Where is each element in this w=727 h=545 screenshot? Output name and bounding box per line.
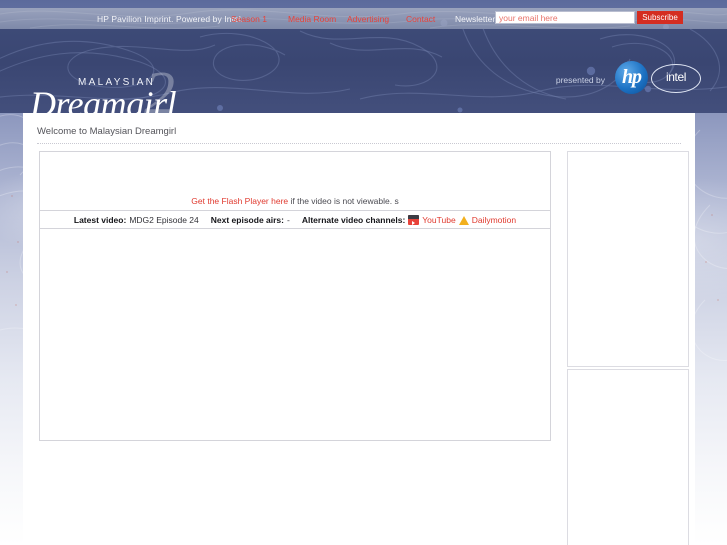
contact-link[interactable]: Contact (406, 14, 435, 24)
welcome-message: Welcome to Malaysian Dreamgirl (37, 126, 177, 137)
video-player-column: Get the Flash Player here if the video i… (39, 151, 551, 441)
video-player-stage[interactable]: Get the Flash Player here if the video i… (40, 152, 550, 211)
content-divider (37, 143, 681, 145)
dailymotion-channel-link[interactable]: Dailymotion (458, 215, 517, 225)
sidebar-widget-top (567, 151, 689, 367)
youtube-icon (408, 215, 420, 225)
intel-logo: intel (651, 64, 701, 93)
top-utility-bar: HP Pavilion Imprint. Powered by Intel. S… (0, 8, 727, 29)
season-1-link[interactable]: Season 1 (231, 14, 267, 24)
subscribe-button[interactable]: Subscribe (637, 11, 683, 24)
presented-by-label: presented by (555, 75, 605, 85)
next-episode-value: - (287, 215, 290, 225)
newsletter-label: Newsletter (455, 13, 496, 24)
next-episode-group: Next episode airs: - (211, 215, 290, 225)
site-logo[interactable]: 2 MALAYSIAN Dreamgirl (16, 63, 206, 113)
latest-video-value: MDG2 Episode 24 (129, 215, 199, 225)
alternate-channels-group: Alternate video channels: YouTube Dailym… (302, 215, 516, 225)
flash-notice-rest: if the video is not viewable. s (288, 196, 399, 206)
page-background: HP Pavilion Imprint. Powered by Intel. S… (0, 0, 727, 545)
topbar-content: HP Pavilion Imprint. Powered by Intel. S… (0, 8, 727, 29)
flash-player-link[interactable]: Get the Flash Player here (191, 196, 288, 206)
video-metadata-bar: Latest video: MDG2 Episode 24 Next episo… (40, 212, 550, 229)
media-room-link[interactable]: Media Room (288, 14, 336, 24)
site-header: 2 MALAYSIAN Dreamgirl presented by hp in… (0, 29, 727, 113)
sidebar-widget-bottom (567, 369, 689, 545)
hp-pavilion-credit: HP Pavilion Imprint. Powered by Intel. (97, 13, 244, 24)
dailymotion-label: Dailymotion (471, 215, 517, 225)
alternate-channels-label: Alternate video channels: (301, 215, 406, 225)
youtube-label: YouTube (422, 215, 456, 225)
flash-player-notice: Get the Flash Player here if the video i… (40, 196, 550, 206)
latest-video-group: Latest video: MDG2 Episode 24 (74, 215, 199, 225)
dailymotion-icon (458, 215, 469, 225)
logo-wordmark: Dreamgirl (30, 84, 177, 113)
newsletter-email-input[interactable] (495, 11, 635, 24)
main-content-panel: Welcome to Malaysian Dreamgirl Get the F… (23, 113, 695, 545)
next-episode-label: Next episode airs: (210, 215, 284, 225)
youtube-channel-link[interactable]: YouTube (408, 215, 456, 225)
hp-logo: hp (615, 61, 648, 94)
latest-video-label: Latest video: (73, 215, 127, 225)
advertising-link[interactable]: Advertising (347, 14, 389, 24)
